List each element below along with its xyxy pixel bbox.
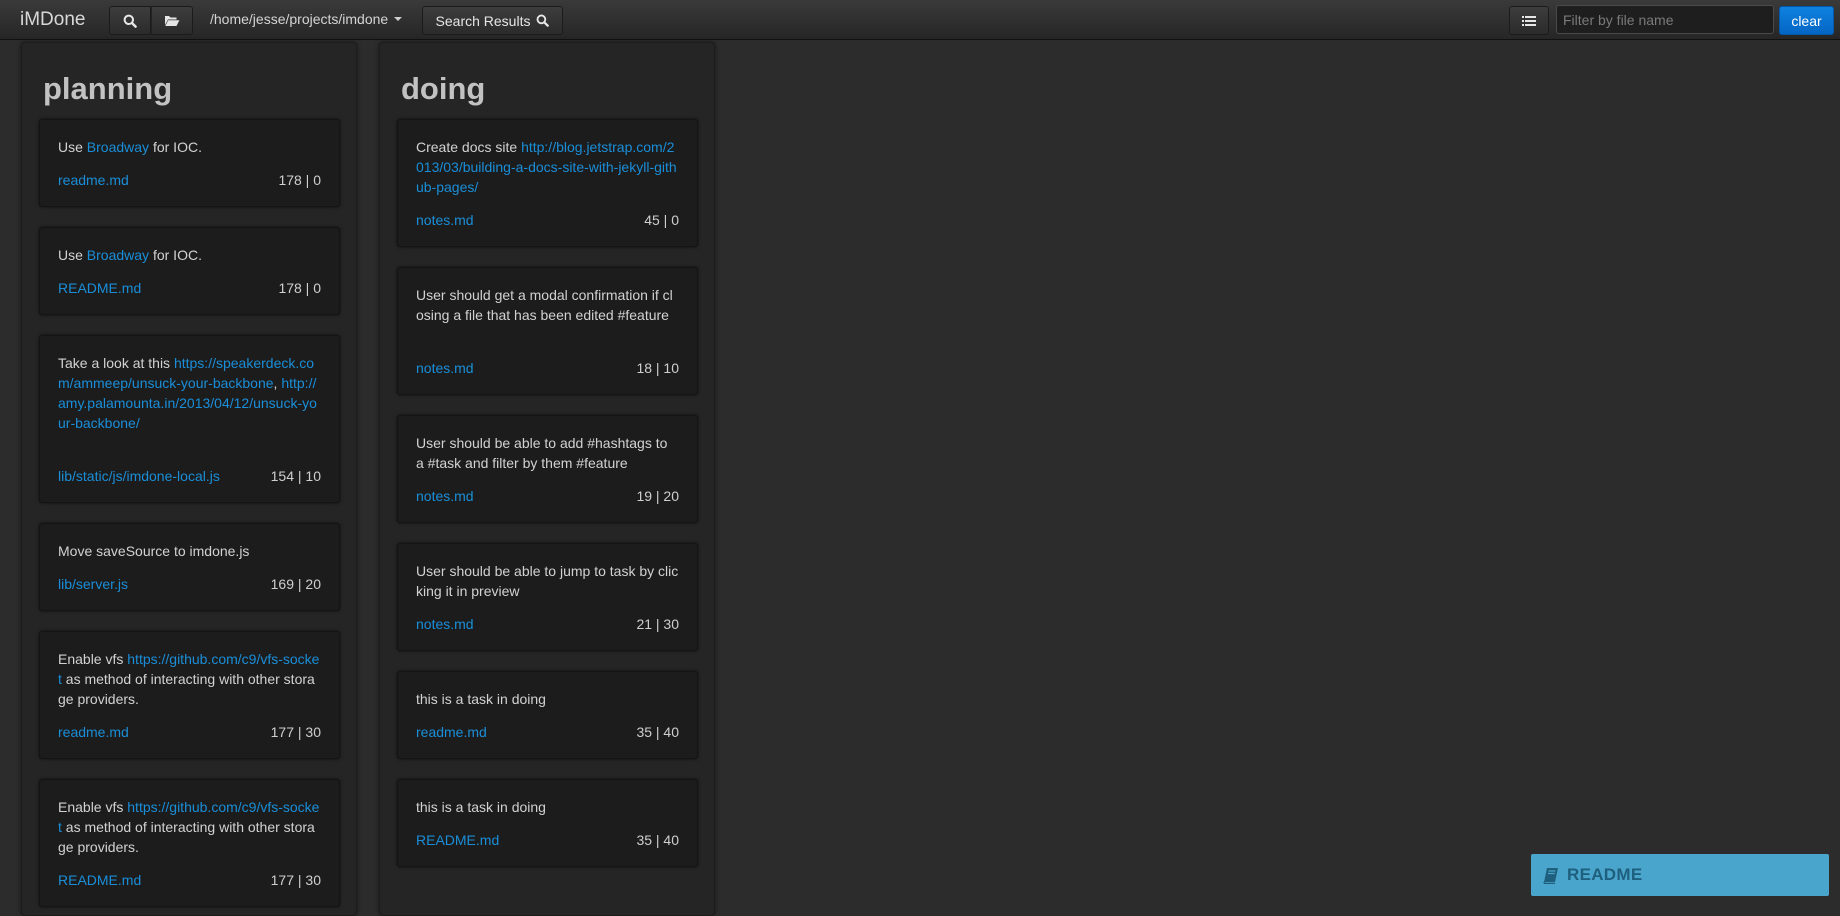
task-file-link[interactable]: readme.md — [58, 170, 129, 190]
app-brand[interactable]: iMDone — [20, 9, 85, 31]
task-text-segment: Move saveSource to imdone.js — [58, 543, 250, 559]
search-button[interactable] — [109, 6, 151, 35]
list-title: doing — [401, 71, 486, 106]
task-text: User should be able to jump to task by c… — [416, 561, 679, 601]
task-text: Use Broadway for IOC. — [58, 137, 321, 157]
task-text-segment: User should be able to add #hashtags to … — [416, 435, 668, 471]
task-file-link[interactable]: README.md — [58, 278, 141, 298]
task-card[interactable]: User should be able to jump to task by c… — [397, 543, 698, 651]
task-text: this is a task in doing — [416, 689, 679, 709]
task-file-link[interactable]: notes.md — [416, 358, 474, 378]
task-text-segment: this is a task in doing — [416, 691, 546, 707]
task-line-info: 35 | 40 — [636, 832, 679, 848]
task-file-link[interactable]: lib/server.js — [58, 574, 128, 594]
book-icon — [1543, 867, 1558, 884]
search-results-button[interactable]: Search Results — [422, 6, 563, 35]
task-line-info: 21 | 30 — [636, 616, 679, 632]
task-text: Create docs site http://blog.jetstrap.co… — [416, 137, 679, 197]
readme-button[interactable]: README — [1531, 854, 1829, 896]
clear-filter-button[interactable]: clear — [1779, 6, 1834, 35]
task-card[interactable]: Move saveSource to imdone.js lib/server.… — [39, 523, 340, 611]
task-file-link[interactable]: readme.md — [58, 722, 129, 742]
open-folder-button[interactable] — [151, 6, 193, 35]
task-card[interactable]: Enable vfs https://github.com/c9/vfs-soc… — [39, 631, 340, 759]
task-card[interactable]: Take a look at this https://speakerdeck.… — [39, 335, 340, 503]
project-path-label: /home/jesse/projects/imdone — [210, 11, 389, 27]
list-title: planning — [43, 71, 173, 106]
task-text-segment: User should get a modal confirmation if … — [416, 287, 673, 323]
task-text: Move saveSource to imdone.js — [58, 541, 321, 561]
task-card[interactable]: User should be able to add #hashtags to … — [397, 415, 698, 523]
task-line-info: 19 | 20 — [636, 488, 679, 504]
list-doing: doing Create docs site http://blog.jetst… — [379, 42, 715, 916]
task-text-segment: Take a look at this — [58, 355, 174, 371]
top-navbar: iMDone /home/jesse/projects/imdone Searc… — [0, 0, 1840, 40]
task-file-link[interactable]: lib/static/js/imdone-local.js — [58, 466, 220, 486]
search-icon — [537, 14, 550, 27]
task-file-link[interactable]: notes.md — [416, 486, 474, 506]
task-line-info: 177 | 30 — [270, 724, 321, 740]
task-text-segment: Use — [58, 247, 87, 263]
task-text-segment: this is a task in doing — [416, 799, 546, 815]
task-card[interactable]: this is a task in doing README.md 35 | 4… — [397, 779, 698, 867]
list-icon — [1522, 15, 1536, 26]
task-text-segment: User should be able to jump to task by c… — [416, 563, 679, 599]
task-card[interactable]: this is a task in doing readme.md 35 | 4… — [397, 671, 698, 759]
task-file-link[interactable]: README.md — [58, 870, 141, 890]
task-line-info: 18 | 10 — [636, 360, 679, 376]
task-line-info: 45 | 0 — [644, 212, 679, 228]
task-card[interactable]: Use Broadway for IOC. readme.md 178 | 0 — [39, 119, 340, 207]
task-line-info: 154 | 10 — [270, 468, 321, 484]
task-card[interactable]: Create docs site http://blog.jetstrap.co… — [397, 119, 698, 247]
task-line-info: 178 | 0 — [278, 172, 321, 188]
task-text: Enable vfs https://github.com/c9/vfs-soc… — [58, 797, 321, 857]
task-text-segment: as method of interacting with other stor… — [58, 671, 315, 707]
task-text: User should be able to add #hashtags to … — [416, 433, 679, 473]
task-line-info: 177 | 30 — [270, 872, 321, 888]
search-results-label: Search Results — [435, 12, 531, 29]
task-text-segment: Enable vfs — [58, 799, 128, 815]
search-icon — [123, 14, 137, 28]
task-file-link[interactable]: readme.md — [416, 722, 487, 742]
task-line-info: 169 | 20 — [270, 576, 321, 592]
project-path-dropdown[interactable]: /home/jesse/projects/imdone — [210, 11, 403, 27]
task-file-link[interactable]: notes.md — [416, 614, 474, 634]
task-text-segment: Enable vfs — [58, 651, 128, 667]
task-line-info: 178 | 0 — [278, 280, 321, 296]
list-planning: planning Use Broadway for IOC. readme.md… — [21, 42, 357, 916]
task-text: this is a task in doing — [416, 797, 679, 817]
chevron-down-icon — [394, 17, 403, 21]
task-file-link[interactable]: README.md — [416, 830, 499, 850]
task-text: User should get a modal confirmation if … — [416, 285, 679, 325]
task-text-segment: Create docs site — [416, 139, 522, 155]
task-text-segment: as method of interacting with other stor… — [58, 819, 315, 855]
task-file-link[interactable]: notes.md — [416, 210, 474, 230]
folder-open-icon — [165, 16, 180, 26]
toggle-lists-button[interactable] — [1509, 6, 1549, 35]
task-text-segment: Use — [58, 139, 87, 155]
task-text: Use Broadway for IOC. — [58, 245, 321, 265]
task-card[interactable]: Enable vfs https://github.com/c9/vfs-soc… — [39, 779, 340, 907]
task-text: Enable vfs https://github.com/c9/vfs-soc… — [58, 649, 321, 709]
task-text-segment: for IOC. — [149, 139, 202, 155]
task-card[interactable]: Use Broadway for IOC. README.md 178 | 0 — [39, 227, 340, 315]
task-text-segment: for IOC. — [149, 247, 202, 263]
filter-by-file-input[interactable] — [1556, 5, 1774, 34]
task-line-info: 35 | 40 — [636, 724, 679, 740]
task-text: Take a look at this https://speakerdeck.… — [58, 353, 321, 433]
readme-label: README — [1567, 865, 1643, 884]
task-inline-link[interactable]: Broadway — [87, 247, 149, 263]
task-inline-link[interactable]: Broadway — [87, 139, 149, 155]
task-card[interactable]: User should get a modal confirmation if … — [397, 267, 698, 395]
